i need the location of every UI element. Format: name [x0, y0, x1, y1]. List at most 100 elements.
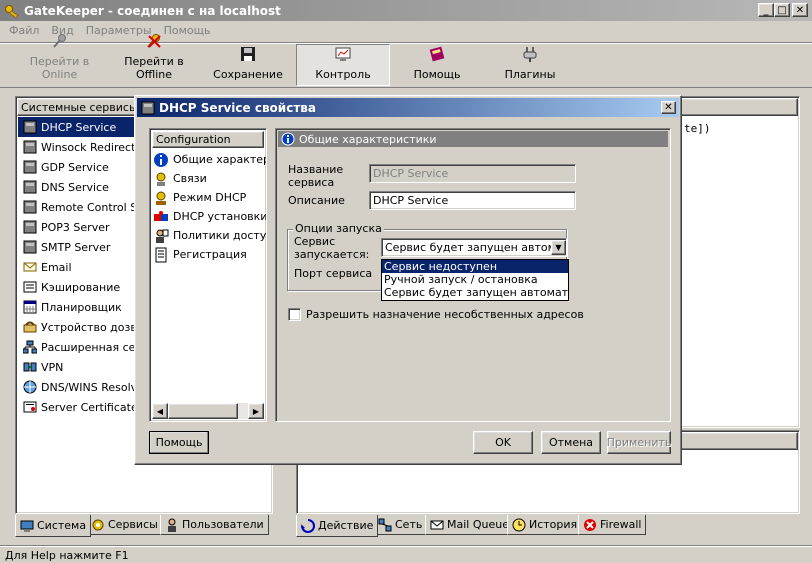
foreign-addresses-label: Разрешить назначение несобственных адрес… — [306, 308, 584, 321]
server-icon — [22, 119, 38, 135]
control-button[interactable]: Контроль — [296, 44, 390, 86]
menu-params[interactable]: Параметры — [86, 24, 152, 40]
section-header: Общие характеристики — [278, 131, 668, 147]
policy-user-icon — [153, 228, 169, 244]
section-title: Общие характеристики — [299, 132, 437, 146]
plug-icon — [522, 46, 538, 62]
system-tab-icon — [20, 519, 34, 533]
scroll-left-button[interactable]: ◀ — [152, 403, 168, 419]
section-info-icon — [281, 132, 295, 146]
nav-dhcp-mode[interactable]: Режим DHCP — [150, 188, 266, 207]
server-icon — [22, 159, 38, 175]
start-mode-select[interactable]: Сервис будет запущен автомати — [381, 238, 567, 257]
start-mode-options: Сервис недоступен Ручной запуск / остано… — [381, 259, 569, 301]
users-tab-icon — [165, 518, 179, 532]
start-mode-label: Сервис запускается: — [294, 235, 370, 261]
description-label: Описание — [288, 194, 345, 207]
apply-button[interactable]: Применить — [607, 431, 671, 454]
network-icon — [22, 339, 38, 355]
nav-dhcp-settings[interactable]: DHCP установки — [150, 207, 266, 226]
floppy-disk-icon — [240, 46, 256, 62]
option-unavailable[interactable]: Сервис недоступен — [382, 260, 568, 273]
dialog-close-button[interactable]: ✕ — [661, 101, 676, 114]
scroll-right-button[interactable]: ▶ — [248, 403, 264, 419]
foreign-addresses-checkbox[interactable] — [288, 308, 301, 321]
action-tab-icon — [301, 518, 315, 533]
clock-icon — [512, 518, 526, 532]
key-icon — [52, 33, 68, 49]
nav-general[interactable]: Общие характеристики — [150, 150, 266, 169]
go-offline-button[interactable]: Перейти в Offline — [108, 34, 200, 85]
option-manual[interactable]: Ручной запуск / остановка — [382, 273, 568, 286]
dialog-title-icon — [141, 101, 155, 115]
network-tab-icon — [378, 518, 392, 532]
tab-system[interactable]: Система — [15, 515, 92, 537]
tab-users[interactable]: Пользователи — [160, 515, 269, 535]
config-tree-header: Configuration — [152, 131, 264, 148]
save-button[interactable]: Сохранение — [208, 45, 288, 85]
server-icon — [22, 239, 38, 255]
tab-mail-queue[interactable]: Mail Queue — [425, 515, 514, 535]
tab-action[interactable]: Действие — [296, 515, 379, 537]
puzzle-icon — [153, 209, 169, 225]
startup-options-label: Опции запуска — [293, 222, 384, 235]
server-icon — [22, 139, 38, 155]
scroll-thumb[interactable] — [168, 403, 238, 419]
app-key-icon — [4, 3, 20, 19]
service-port-label: Порт сервиса — [294, 267, 373, 280]
cache-icon — [22, 279, 38, 295]
status-bar: Для Help нажмите F1 — [0, 545, 812, 563]
dialog-title: DHCP Service свойства — [159, 100, 316, 115]
dialog-help-button[interactable]: Помощь — [149, 431, 209, 454]
right-panel-text: te]) — [684, 122, 711, 135]
ok-button[interactable]: OK — [473, 431, 533, 454]
info-icon — [153, 152, 169, 168]
document-icon — [153, 247, 169, 263]
vpn-icon — [22, 359, 38, 375]
firewall-icon — [583, 518, 597, 532]
server-icon — [22, 179, 38, 195]
nav-links[interactable]: Связи — [150, 169, 266, 188]
service-name-field: DHCP Service — [369, 164, 576, 183]
config-tree: Configuration Общие характеристики Связи… — [149, 128, 267, 422]
maximize-button[interactable]: □ — [774, 3, 790, 17]
plugins-button[interactable]: Плагины — [490, 45, 570, 85]
nav-registration[interactable]: Регистрация — [150, 245, 266, 264]
app-title: GateKeeper - соединен с на localhost — [24, 3, 281, 18]
description-field[interactable]: DHCP Service — [369, 191, 576, 210]
main-title-bar: GateKeeper - соединен с на localhost — [0, 0, 812, 21]
links-icon — [153, 171, 169, 187]
close-button[interactable]: ✕ — [792, 3, 808, 17]
dhcp-properties-dialog: DHCP Service свойства ✕ Configuration Об… — [134, 95, 682, 465]
server-icon — [22, 199, 38, 215]
help-book-icon — [429, 46, 445, 62]
help-toolbar-button[interactable]: Помощь — [398, 45, 476, 85]
tab-firewall[interactable]: Firewall — [578, 515, 647, 535]
nav-access-policies[interactable]: Политики доступа — [150, 226, 266, 245]
status-text: Для Help нажмите F1 — [5, 549, 129, 562]
menu-help[interactable]: Помощь — [164, 24, 211, 40]
key-offline-icon — [146, 33, 162, 49]
dhcp-mode-icon — [153, 190, 169, 206]
resolver-icon — [22, 379, 38, 395]
envelope-icon — [22, 259, 38, 275]
option-automatic[interactable]: Сервис будет запущен автоматичес — [382, 286, 568, 299]
go-online-button[interactable]: Перейти в Online — [12, 34, 107, 85]
tab-network[interactable]: Сеть — [373, 515, 428, 535]
cancel-button[interactable]: Отмена — [541, 431, 601, 454]
calendar-icon — [22, 299, 38, 315]
tab-history[interactable]: История — [507, 515, 583, 535]
service-name-label: Название сервиса — [288, 163, 344, 189]
menu-file[interactable]: Файл — [9, 24, 39, 40]
dialog-title-bar: DHCP Service свойства — [137, 98, 679, 117]
menu-bar: Файл Вид Параметры Помощь — [9, 24, 222, 40]
certificate-icon — [22, 399, 38, 415]
mail-queue-icon — [430, 518, 444, 532]
start-mode-dropdown-button[interactable]: ▼ — [551, 240, 566, 255]
config-tree-hscroll[interactable]: ◀ ▶ — [152, 403, 264, 419]
services-tab-icon — [91, 518, 105, 532]
tab-services[interactable]: Сервисы — [86, 515, 163, 535]
dialer-icon — [22, 319, 38, 335]
minimize-button[interactable]: _ — [758, 3, 774, 17]
monitor-chart-icon — [335, 46, 351, 62]
